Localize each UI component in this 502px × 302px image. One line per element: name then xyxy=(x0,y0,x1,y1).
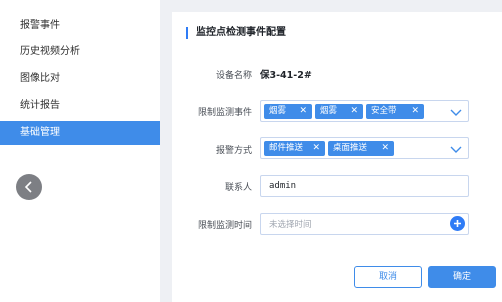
alarm-method-select[interactable]: 邮件推送 ✕ 桌面推送 ✕ xyxy=(260,137,469,159)
limit-events-select[interactable]: 烟雾 ✕ 烟雾 ✕ 安全带 ✕ xyxy=(260,100,469,122)
chevron-down-icon xyxy=(450,109,462,116)
sidebar-item-statistics-report[interactable]: 统计报告 xyxy=(0,94,160,118)
device-name-value: 保3-41-2# xyxy=(260,70,312,81)
event-tag-label: 烟雾 xyxy=(320,106,338,116)
limit-time-placeholder: 未选择时间 xyxy=(269,220,312,230)
method-tag: 邮件推送 ✕ xyxy=(264,141,325,156)
sidebar-item-label: 统计报告 xyxy=(20,100,60,111)
method-tag-label: 邮件推送 xyxy=(269,143,304,153)
sidebar-item-label: 基础管理 xyxy=(20,127,60,138)
limit-events-label: 限制监测事件 xyxy=(197,108,252,118)
sidebar-item-label: 历史视频分析 xyxy=(20,46,80,57)
device-name-label: 设备名称 xyxy=(215,71,252,81)
close-icon[interactable]: ✕ xyxy=(299,104,307,119)
event-tag-label: 烟雾 xyxy=(269,106,287,116)
event-tag: 安全带 ✕ xyxy=(366,104,424,119)
contact-input[interactable] xyxy=(260,175,469,197)
alarm-method-label: 报警方式 xyxy=(215,146,252,156)
sidebar-item-alarm-events[interactable]: 报警事件 xyxy=(0,14,160,38)
event-tag-label: 安全带 xyxy=(371,106,397,116)
event-tag: 烟雾 ✕ xyxy=(315,104,363,119)
method-tag: 桌面推送 ✕ xyxy=(328,141,394,156)
chevron-down-icon xyxy=(450,146,462,153)
limit-time-field[interactable]: 未选择时间 xyxy=(260,213,469,235)
sidebar: 报警事件 历史视频分析 图像比对 统计报告 基础管理 xyxy=(0,0,160,302)
method-tag-label: 桌面推送 xyxy=(333,143,368,153)
close-icon[interactable]: ✕ xyxy=(381,141,389,156)
close-icon[interactable]: ✕ xyxy=(350,104,358,119)
add-time-button[interactable] xyxy=(450,216,465,231)
collapse-sidebar-button[interactable] xyxy=(16,174,42,200)
sidebar-item-history-video-analysis[interactable]: 历史视频分析 xyxy=(0,40,160,64)
config-panel: 监控点检测事件配置 设备名称 保3-41-2# 限制监测事件 烟雾 ✕ 烟雾 ✕… xyxy=(172,12,502,302)
confirm-button[interactable]: 确定 xyxy=(428,266,496,288)
sidebar-item-label: 图像比对 xyxy=(20,73,60,84)
close-icon[interactable]: ✕ xyxy=(312,141,320,156)
cancel-button[interactable]: 取消 xyxy=(354,266,422,288)
sidebar-item-image-compare[interactable]: 图像比对 xyxy=(0,67,160,91)
plus-icon xyxy=(454,220,461,227)
contact-label: 联系人 xyxy=(224,183,252,193)
sidebar-item-label: 报警事件 xyxy=(20,20,60,31)
event-tag: 烟雾 ✕ xyxy=(264,104,312,119)
chevron-left-icon xyxy=(24,181,32,193)
sidebar-item-basic-management[interactable]: 基础管理 xyxy=(0,121,160,145)
page-title: 监控点检测事件配置 xyxy=(186,27,286,39)
close-icon[interactable]: ✕ xyxy=(411,104,419,119)
limit-time-label: 限制监测时间 xyxy=(197,221,252,231)
